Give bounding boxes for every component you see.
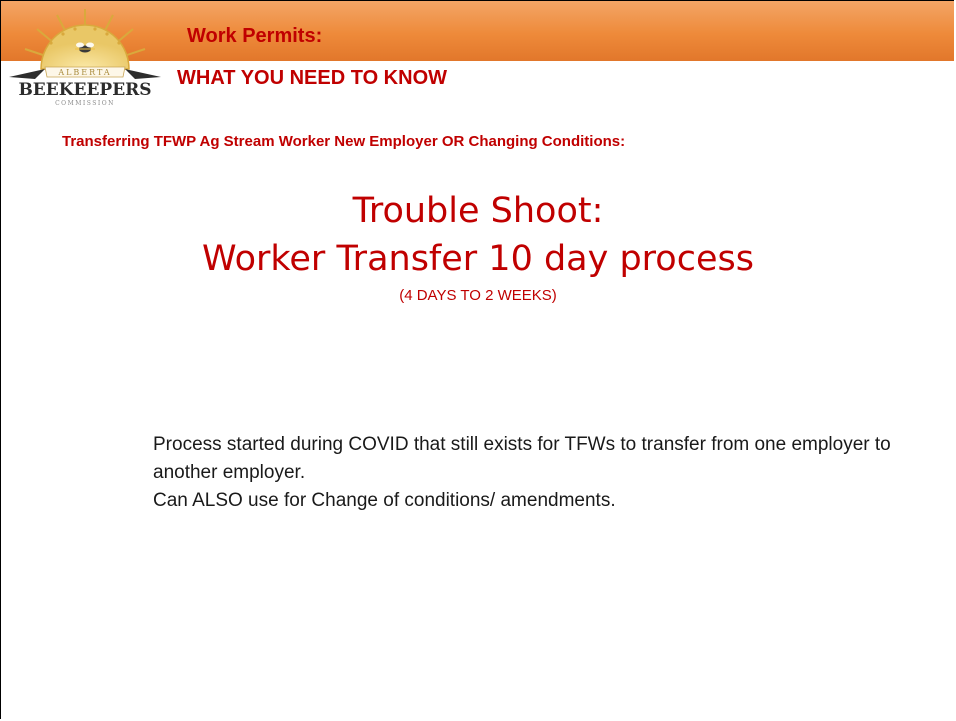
slide: ALBERTA BEEKEEPERS COMMISSION Work Permi… — [0, 0, 954, 719]
title-line-2: WHAT YOU NEED TO KNOW — [177, 67, 447, 89]
title-line-1: Work Permits: — [187, 25, 323, 47]
heading-note: (4 DAYS TO 2 WEEKS) — [399, 287, 557, 304]
slide-heading: Trouble Shoot: Worker Transfer 10 day pr… — [1, 187, 954, 309]
svg-text:ALBERTA: ALBERTA — [57, 68, 111, 77]
slide-subtitle: Transferring TFWP Ag Stream Worker New E… — [62, 133, 626, 150]
heading-line-1: Trouble Shoot: — [352, 191, 604, 231]
body-paragraph-1: Process started during COVID that still … — [153, 434, 891, 483]
svg-text:BEEKEEPERS: BEEKEEPERS — [18, 80, 151, 100]
heading-line-2: Worker Transfer 10 day process — [202, 239, 754, 279]
svg-text:COMMISSION: COMMISSION — [55, 100, 115, 107]
body-text: Process started during COVID that still … — [153, 431, 933, 515]
alberta-beekeepers-logo: ALBERTA BEEKEEPERS COMMISSION — [9, 9, 161, 107]
body-paragraph-2: Can ALSO use for Change of conditions/ a… — [153, 490, 616, 511]
